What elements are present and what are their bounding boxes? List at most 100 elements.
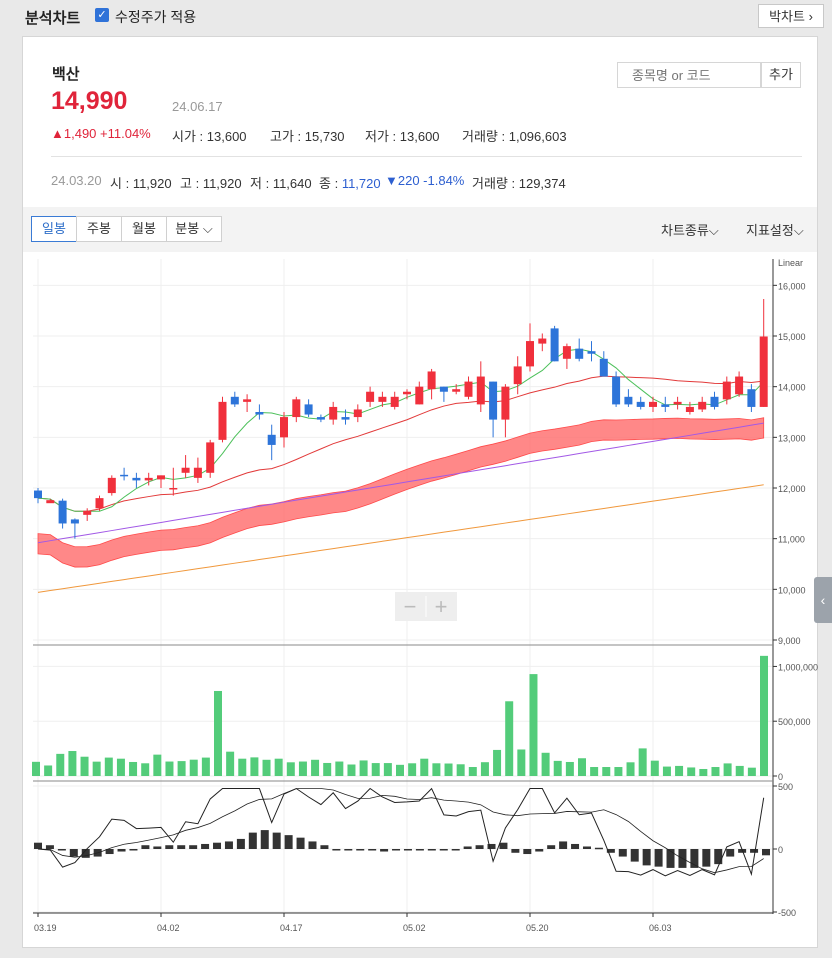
candle-body	[747, 389, 756, 407]
oscillator-bar	[248, 832, 257, 849]
oscillator-bar	[368, 849, 377, 851]
candle-body	[218, 401, 227, 440]
oscillator-bar	[45, 845, 54, 849]
oscillator-bar	[69, 849, 78, 857]
candle-body	[304, 404, 313, 415]
volume-bar	[298, 761, 307, 776]
candle-body	[612, 376, 621, 405]
oscillator-bar	[141, 845, 150, 849]
volume-bar	[177, 761, 186, 776]
oscillator-bar	[702, 849, 711, 867]
time-tick-label: 03.19	[34, 923, 57, 933]
candle-body	[403, 391, 411, 395]
volume-bar	[32, 761, 40, 776]
oscillator-bar	[630, 849, 639, 862]
volume-bar	[444, 763, 453, 776]
candle-body	[476, 376, 485, 405]
oscillator-bar	[666, 849, 675, 868]
candle-body	[230, 396, 239, 405]
oscillator-bar	[726, 849, 735, 857]
volume-bar	[286, 762, 295, 776]
volume-bar	[189, 759, 198, 776]
time-tick-label: 05.02	[403, 923, 426, 933]
candle-body	[329, 406, 338, 420]
volume-bar	[480, 762, 489, 776]
candle-body	[661, 404, 670, 407]
volume-bar	[129, 761, 138, 776]
volume-bar	[371, 763, 380, 776]
volume-bar	[80, 756, 89, 776]
volume-tick-label: 500,000	[778, 717, 811, 727]
volume-bar	[238, 758, 247, 776]
oscillator-bar	[153, 846, 162, 849]
oscillator-bar	[177, 845, 186, 849]
oscillator-bar	[189, 845, 198, 849]
candle-body	[157, 475, 165, 480]
volume-bars	[32, 655, 768, 776]
oscillator-tick-label: 0	[778, 845, 783, 855]
price-tick-label: 14,000	[778, 383, 806, 393]
oscillator-bar	[201, 843, 210, 849]
oscillator-bar	[272, 832, 281, 849]
oscillator-bar	[403, 849, 412, 851]
chevron-left-icon: ‹	[820, 592, 826, 608]
oscillator-bar	[356, 849, 365, 851]
candle-body	[280, 417, 288, 438]
zoom-in-button[interactable]: +	[435, 594, 448, 619]
oscillator-bar	[165, 845, 174, 849]
volume-bar	[116, 758, 125, 776]
oscillator-bar	[451, 849, 460, 851]
oscillator-bar	[499, 842, 508, 849]
volume-bar	[517, 749, 526, 776]
moving-average-lines	[37, 348, 765, 593]
volume-bar	[626, 762, 635, 776]
candle-body	[70, 519, 79, 524]
volume-bar	[408, 763, 417, 776]
candle-body	[575, 348, 584, 359]
oscillator-bar	[344, 849, 353, 851]
oscillator-bar	[523, 849, 532, 855]
cloud-area	[37, 417, 765, 568]
stock-chart[interactable]: Linear 16,000 15,000 14,000 13,000 12,000 11,…	[0, 0, 832, 958]
volume-bar	[347, 764, 356, 776]
oscillator-bar	[511, 849, 520, 853]
time-tick-label: 05.20	[526, 923, 549, 933]
price-tick-label: 10,000	[778, 585, 806, 595]
oscillator-bar	[463, 846, 472, 849]
candle-body	[427, 371, 436, 390]
candle-body	[685, 406, 694, 412]
volume-bar	[578, 758, 586, 776]
volume-tick-label: 1,000,000	[778, 662, 818, 672]
oscillator-bar	[308, 841, 317, 849]
candle-body	[292, 399, 301, 418]
price-tick-label: 13,000	[778, 433, 806, 443]
volume-bar	[529, 674, 538, 776]
candle-body	[562, 346, 571, 359]
oscillator-bar	[439, 849, 448, 851]
candle-body	[120, 474, 129, 477]
volume-bar	[650, 760, 659, 776]
volume-tick-label: 0	[778, 772, 783, 782]
candle-body	[489, 381, 498, 420]
volume-bar	[311, 759, 320, 776]
volume-bar	[541, 752, 550, 776]
volume-bar	[141, 763, 150, 776]
oscillator-bar	[654, 849, 663, 867]
volume-bar	[383, 763, 392, 776]
volume-bar	[687, 767, 696, 776]
candle-body	[636, 401, 645, 407]
time-tick-label: 06.03	[649, 923, 672, 933]
oscillator-bar	[714, 849, 723, 865]
volume-bar	[201, 757, 210, 776]
volume-bar	[214, 690, 222, 776]
candle-body	[415, 386, 424, 405]
candle-body	[649, 401, 657, 407]
candle-body	[390, 396, 399, 407]
oscillator-bar	[213, 842, 222, 849]
side-panel-handle[interactable]: ‹	[814, 577, 832, 623]
zoom-out-button[interactable]: −	[404, 594, 417, 619]
candle-body	[673, 401, 682, 405]
volume-bar	[638, 748, 647, 776]
volume-bar	[493, 749, 502, 776]
candle-body	[624, 396, 633, 405]
